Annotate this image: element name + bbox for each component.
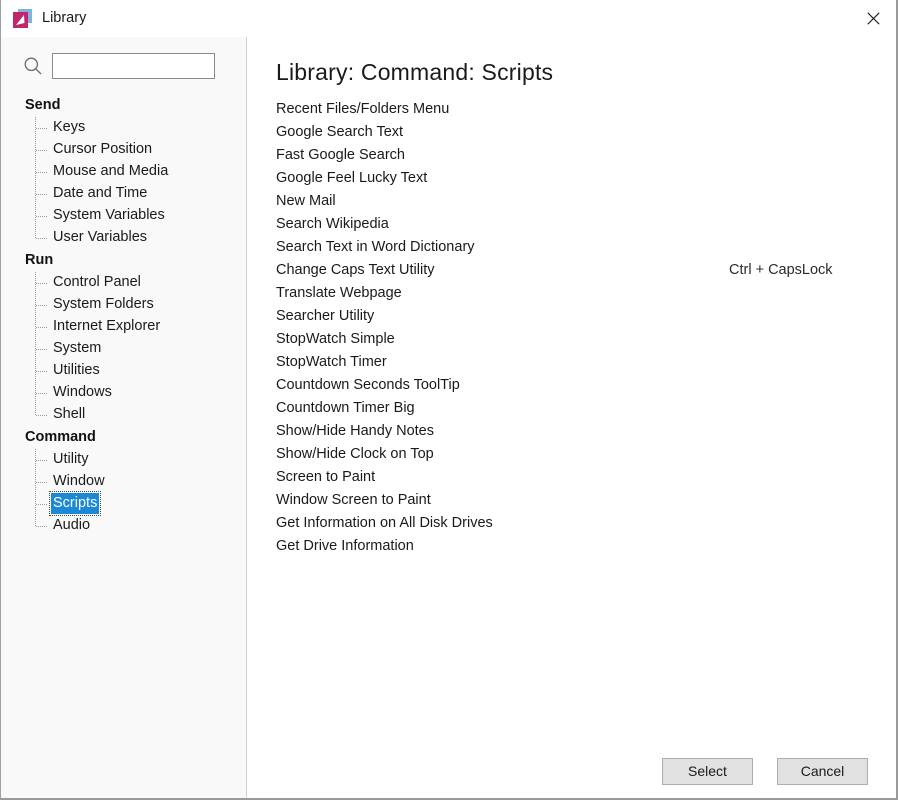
close-icon[interactable]: [850, 0, 896, 37]
script-name: Google Feel Lucky Text: [276, 170, 428, 186]
list-item[interactable]: StopWatch Timer: [276, 354, 896, 377]
tree-item-window[interactable]: Window: [1, 471, 246, 493]
cancel-button[interactable]: Cancel: [777, 758, 868, 785]
tree-item-utilities[interactable]: Utilities: [1, 360, 246, 382]
window-title: Library: [42, 10, 87, 27]
tree-group-send[interactable]: Send: [1, 94, 246, 117]
tree-item-date-and-time[interactable]: Date and Time: [1, 183, 246, 205]
tree-item-system-folders[interactable]: System Folders: [1, 294, 246, 316]
list-item[interactable]: Change Caps Text Utility Ctrl + CapsLock: [276, 262, 896, 285]
tree-item-shell[interactable]: Shell: [1, 404, 246, 426]
script-name: Countdown Timer Big: [276, 400, 415, 416]
list-item[interactable]: Google Feel Lucky Text: [276, 170, 896, 193]
list-item[interactable]: Recent Files/Folders Menu: [276, 101, 896, 124]
list-item[interactable]: Google Search Text: [276, 124, 896, 147]
tree-item-windows[interactable]: Windows: [1, 382, 246, 404]
tree-item-keys[interactable]: Keys: [1, 117, 246, 139]
script-name: Get Information on All Disk Drives: [276, 515, 493, 531]
script-name: Recent Files/Folders Menu: [276, 101, 450, 117]
select-button[interactable]: Select: [662, 758, 753, 785]
tree-item-system-variables[interactable]: System Variables: [1, 205, 246, 227]
tree-item-utility[interactable]: Utility: [1, 449, 246, 471]
list-item[interactable]: Get Drive Information: [276, 538, 896, 561]
library-app-icon: [13, 8, 33, 29]
tree-item-label: Utilities: [53, 362, 100, 378]
list-item[interactable]: New Mail: [276, 193, 896, 216]
list-item[interactable]: StopWatch Simple: [276, 331, 896, 354]
tree-item-label: Windows: [53, 384, 112, 400]
script-name: Screen to Paint: [276, 469, 376, 485]
list-item[interactable]: Fast Google Search: [276, 147, 896, 170]
tree-item-user-variables[interactable]: User Variables: [1, 227, 246, 249]
tree-item-control-panel[interactable]: Control Panel: [1, 272, 246, 294]
script-name: Search Wikipedia: [276, 216, 389, 232]
script-name: New Mail: [276, 193, 336, 209]
tree-item-label: System Variables: [53, 207, 165, 223]
tree-item-internet-explorer[interactable]: Internet Explorer: [1, 316, 246, 338]
tree-item-audio[interactable]: Audio: [1, 515, 246, 537]
dialog-footer: Select Cancel: [662, 758, 868, 785]
title-bar-left: Library: [1, 8, 87, 29]
list-item[interactable]: Show/Hide Clock on Top: [276, 446, 896, 469]
tree-item-label: Utility: [53, 451, 89, 467]
script-name: Search Text in Word Dictionary: [276, 239, 475, 255]
script-name: Fast Google Search: [276, 147, 405, 163]
library-window: Library Send Keys Cursor Position Mouse …: [0, 0, 898, 800]
list-item[interactable]: Searcher Utility: [276, 308, 896, 331]
tree-item-label: Shell: [53, 406, 86, 422]
script-name: Show/Hide Clock on Top: [276, 446, 434, 462]
list-item[interactable]: Countdown Timer Big: [276, 400, 896, 423]
list-item[interactable]: Translate Webpage: [276, 285, 896, 308]
tree-item-label: System: [53, 340, 102, 356]
tree-item-label: User Variables: [53, 229, 148, 245]
sidebar: Send Keys Cursor Position Mouse and Medi…: [1, 37, 247, 798]
script-name: Change Caps Text Utility: [276, 262, 435, 278]
script-name: Get Drive Information: [276, 538, 414, 554]
tree-item-label: Control Panel: [53, 274, 141, 290]
list-item[interactable]: Countdown Seconds ToolTip: [276, 377, 896, 400]
tree-item-mouse-and-media[interactable]: Mouse and Media: [1, 161, 246, 183]
list-item[interactable]: Search Text in Word Dictionary: [276, 239, 896, 262]
script-name: Countdown Seconds ToolTip: [276, 377, 460, 393]
tree-item-label: Keys: [53, 119, 86, 135]
tree-group-command[interactable]: Command: [1, 426, 246, 449]
search-icon: [24, 57, 42, 75]
tree-item-label: Scripts: [48, 491, 102, 516]
library-tree: Send Keys Cursor Position Mouse and Medi…: [1, 94, 246, 537]
script-list: Recent Files/Folders Menu Google Search …: [248, 101, 896, 561]
script-name: Google Search Text: [276, 124, 404, 140]
list-item[interactable]: Screen to Paint: [276, 469, 896, 492]
list-item[interactable]: Show/Hide Handy Notes: [276, 423, 896, 446]
list-item[interactable]: Get Information on All Disk Drives: [276, 515, 896, 538]
page-title: Library: Command: Scripts: [276, 59, 554, 85]
tree-item-system[interactable]: System: [1, 338, 246, 360]
search-input[interactable]: [52, 53, 215, 79]
list-item[interactable]: Search Wikipedia: [276, 216, 896, 239]
list-item[interactable]: Window Screen to Paint: [276, 492, 896, 515]
script-name: Show/Hide Handy Notes: [276, 423, 434, 439]
tree-item-scripts[interactable]: Scripts: [1, 491, 246, 516]
diagonal-arrow-glyph: [16, 14, 25, 25]
script-name: Translate Webpage: [276, 285, 402, 301]
tree-group-run[interactable]: Run: [1, 249, 246, 272]
script-name: StopWatch Timer: [276, 354, 387, 370]
tree-item-label: Mouse and Media: [53, 163, 169, 179]
tree-item-label: Cursor Position: [53, 141, 153, 157]
tree-item-label: Date and Time: [53, 185, 148, 201]
tree-item-cursor-position[interactable]: Cursor Position: [1, 139, 246, 161]
close-x-glyph: [866, 12, 880, 25]
title-bar: Library: [1, 0, 896, 37]
tree-item-label: Audio: [53, 517, 91, 533]
script-name: Searcher Utility: [276, 308, 375, 324]
tree-item-label: Internet Explorer: [53, 318, 161, 334]
main-panel: Library: Command: Scripts Recent Files/F…: [248, 37, 896, 798]
script-name: StopWatch Simple: [276, 331, 395, 347]
tree-item-label: System Folders: [53, 296, 154, 312]
script-shortcut: Ctrl + CapsLock: [729, 262, 833, 278]
tree-item-label: Window: [53, 473, 105, 489]
script-name: Window Screen to Paint: [276, 492, 431, 508]
search-row: [1, 37, 246, 79]
